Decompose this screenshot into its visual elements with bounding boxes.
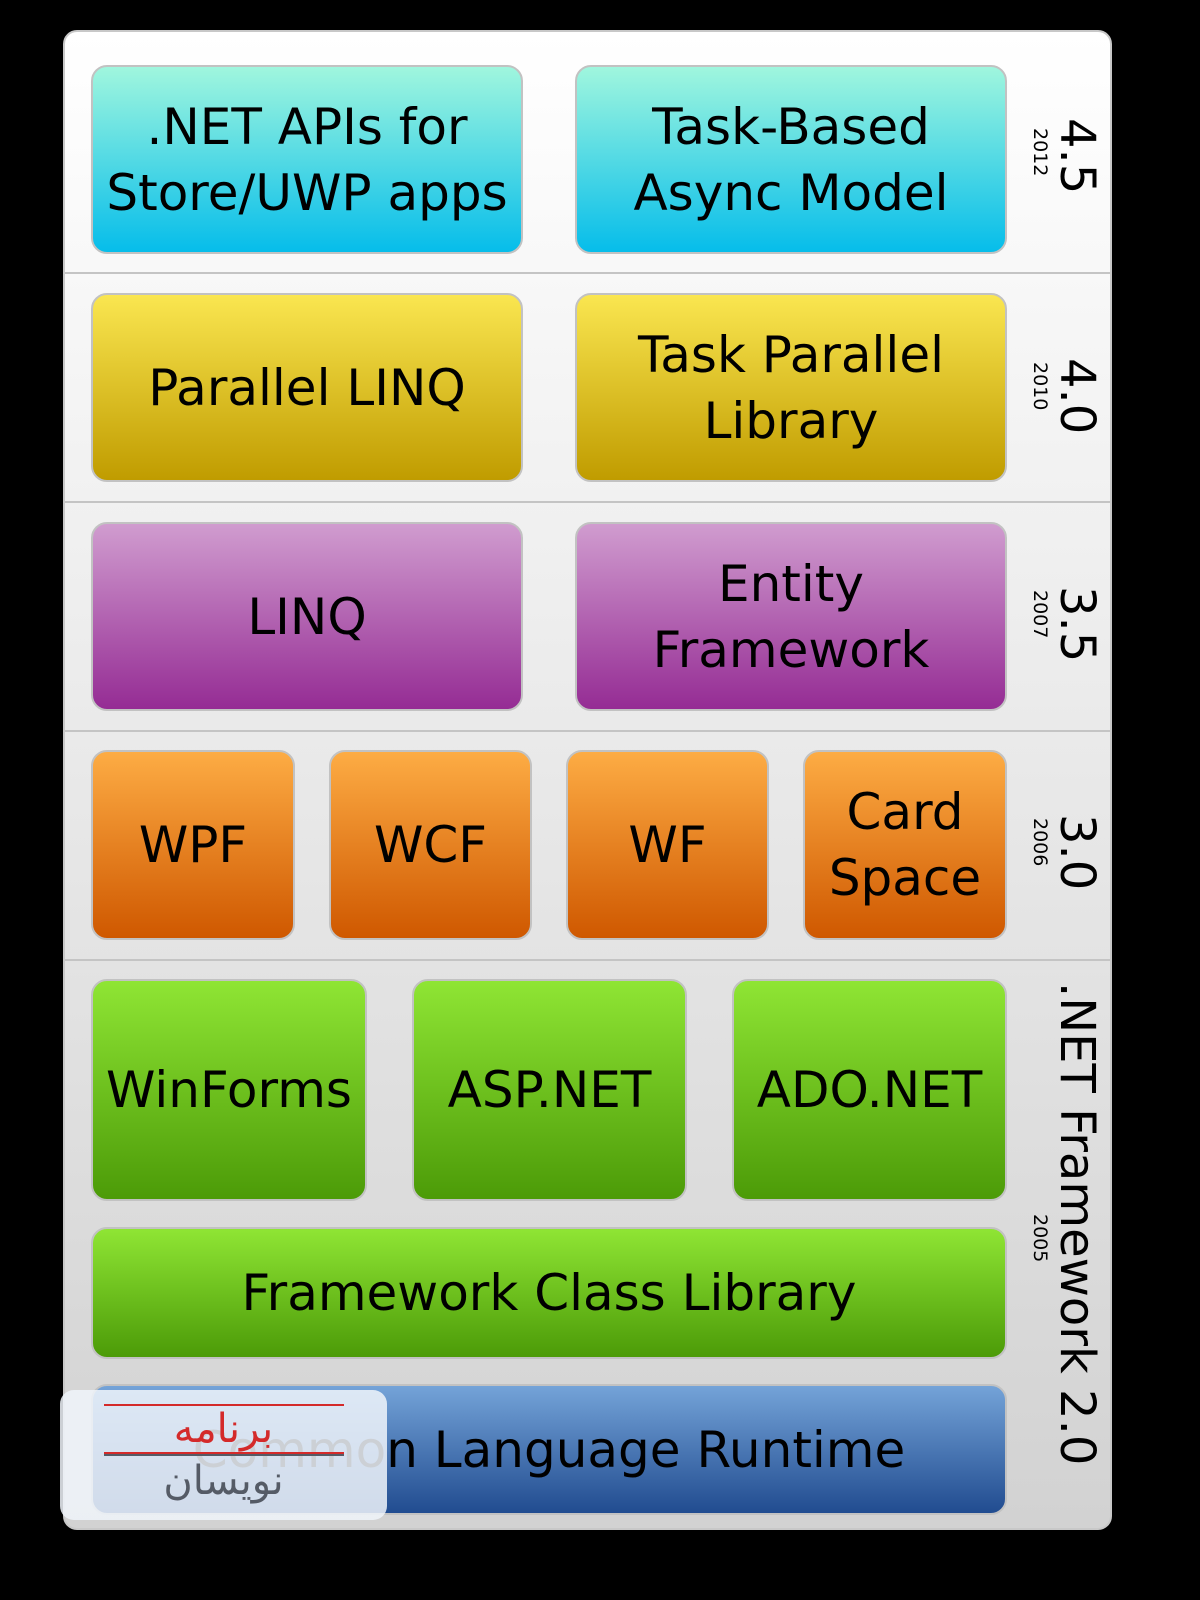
year-label: 2012 xyxy=(1029,128,1051,177)
box-store-uwp-apis: .NET APIs for Store/UWP apps xyxy=(91,65,523,254)
divider xyxy=(65,501,1110,503)
box-framework-class-library: Framework Class Library xyxy=(91,1227,1007,1359)
version-label: 3.0 xyxy=(1049,814,1105,891)
divider xyxy=(65,959,1110,961)
box-parallel-linq: Parallel LINQ xyxy=(91,293,523,482)
version-label: 4.0 xyxy=(1049,358,1105,435)
box-task-based-async: Task-Based Async Model xyxy=(575,65,1007,254)
version-label: 3.5 xyxy=(1049,586,1105,663)
year-label: 2006 xyxy=(1029,818,1051,867)
divider xyxy=(65,272,1110,274)
box-wf: WF xyxy=(566,750,769,940)
year-label: 2010 xyxy=(1029,362,1051,411)
box-asp-net: ASP.NET xyxy=(412,979,687,1201)
box-entity-framework: Entity Framework xyxy=(575,522,1007,711)
box-wcf: WCF xyxy=(329,750,532,940)
box-wpf: WPF xyxy=(91,750,295,940)
box-linq: LINQ xyxy=(91,522,523,711)
version-label: .NET Framework 2.0 xyxy=(1049,982,1105,1466)
divider xyxy=(65,730,1110,732)
version-label: 4.5 xyxy=(1049,118,1105,195)
watermark-line-1: برنامه xyxy=(103,1404,344,1454)
watermark-line-2: نویسان xyxy=(103,1454,344,1506)
watermark-logo: برنامه نویسان xyxy=(60,1390,387,1520)
year-label: 2007 xyxy=(1029,590,1051,639)
box-cardspace: Card Space xyxy=(803,750,1007,940)
box-task-parallel-library: Task Parallel Library xyxy=(575,293,1007,482)
box-winforms: WinForms xyxy=(91,979,367,1201)
box-ado-net: ADO.NET xyxy=(732,979,1007,1201)
year-label: 2005 xyxy=(1029,1214,1051,1263)
